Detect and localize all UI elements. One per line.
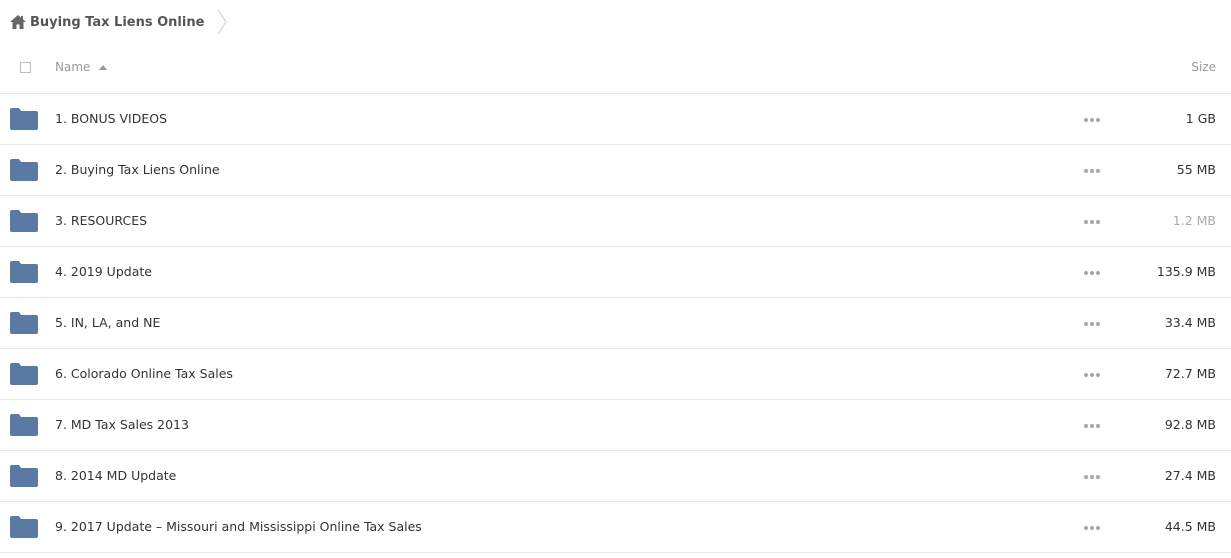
list-header: Name Size (0, 44, 1231, 94)
list-item[interactable]: 2. Buying Tax Liens Online 55 MB (0, 145, 1231, 196)
home-icon[interactable] (10, 15, 26, 29)
breadcrumb: Buying Tax Liens Online (10, 8, 228, 36)
folder-icon (10, 363, 38, 385)
list-item[interactable]: 1. BONUS VIDEOS 1 GB (0, 94, 1231, 145)
item-size: 92.8 MB (1164, 417, 1216, 432)
more-options-icon[interactable] (1084, 373, 1100, 377)
item-size: 27.4 MB (1164, 468, 1216, 483)
item-size: 135.9 MB (1156, 264, 1216, 279)
item-name[interactable]: 3. RESOURCES (55, 213, 147, 228)
item-name[interactable]: 9. 2017 Update – Missouri and Mississipp… (55, 519, 422, 534)
folder-icon (10, 261, 38, 283)
more-options-icon[interactable] (1084, 169, 1100, 173)
item-size: 55 MB (1176, 162, 1216, 177)
list-item[interactable]: 5. IN, LA, and NE 33.4 MB (0, 298, 1231, 349)
list-item[interactable]: 3. RESOURCES 1.2 MB (0, 196, 1231, 247)
more-options-icon[interactable] (1084, 271, 1100, 275)
item-size: 1 GB (1185, 111, 1216, 126)
folder-icon (10, 414, 38, 436)
item-name[interactable]: 6. Colorado Online Tax Sales (55, 366, 233, 381)
list-item[interactable]: 4. 2019 Update 135.9 MB (0, 247, 1231, 298)
folder-icon (10, 516, 38, 538)
more-options-icon[interactable] (1084, 118, 1100, 122)
file-list: 1. BONUS VIDEOS 1 GB 2. Buying Tax Liens… (0, 94, 1231, 553)
item-size: 1.2 MB (1172, 213, 1216, 228)
item-name[interactable]: 7. MD Tax Sales 2013 (55, 417, 189, 432)
list-item[interactable]: 6. Colorado Online Tax Sales 72.7 MB (0, 349, 1231, 400)
more-options-icon[interactable] (1084, 322, 1100, 326)
item-size: 44.5 MB (1164, 519, 1216, 534)
more-options-icon[interactable] (1084, 424, 1100, 428)
list-item[interactable]: 9. 2017 Update – Missouri and Mississipp… (0, 502, 1231, 553)
name-column-header[interactable]: Name (55, 60, 108, 74)
more-options-icon[interactable] (1084, 526, 1100, 530)
more-options-icon[interactable] (1084, 220, 1100, 224)
folder-icon (10, 210, 38, 232)
file-browser: Buying Tax Liens Online Name Size 1. BON… (0, 0, 1231, 558)
select-all-checkbox[interactable] (20, 62, 31, 73)
item-name[interactable]: 1. BONUS VIDEOS (55, 111, 167, 126)
item-name[interactable]: 8. 2014 MD Update (55, 468, 176, 483)
sort-ascending-icon (99, 65, 108, 70)
name-column-label: Name (55, 60, 91, 74)
breadcrumb-folder-link[interactable]: Buying Tax Liens Online (30, 15, 204, 30)
size-column-header[interactable]: Size (1191, 60, 1216, 74)
list-item[interactable]: 7. MD Tax Sales 2013 92.8 MB (0, 400, 1231, 451)
chevron-right-icon (217, 9, 228, 35)
folder-icon (10, 159, 38, 181)
more-options-icon[interactable] (1084, 475, 1100, 479)
item-size: 33.4 MB (1164, 315, 1216, 330)
item-size: 72.7 MB (1164, 366, 1216, 381)
list-item[interactable]: 8. 2014 MD Update 27.4 MB (0, 451, 1231, 502)
folder-icon (10, 465, 38, 487)
folder-icon (10, 312, 38, 334)
folder-icon (10, 108, 38, 130)
item-name[interactable]: 2. Buying Tax Liens Online (55, 162, 220, 177)
item-name[interactable]: 5. IN, LA, and NE (55, 315, 160, 330)
item-name[interactable]: 4. 2019 Update (55, 264, 152, 279)
